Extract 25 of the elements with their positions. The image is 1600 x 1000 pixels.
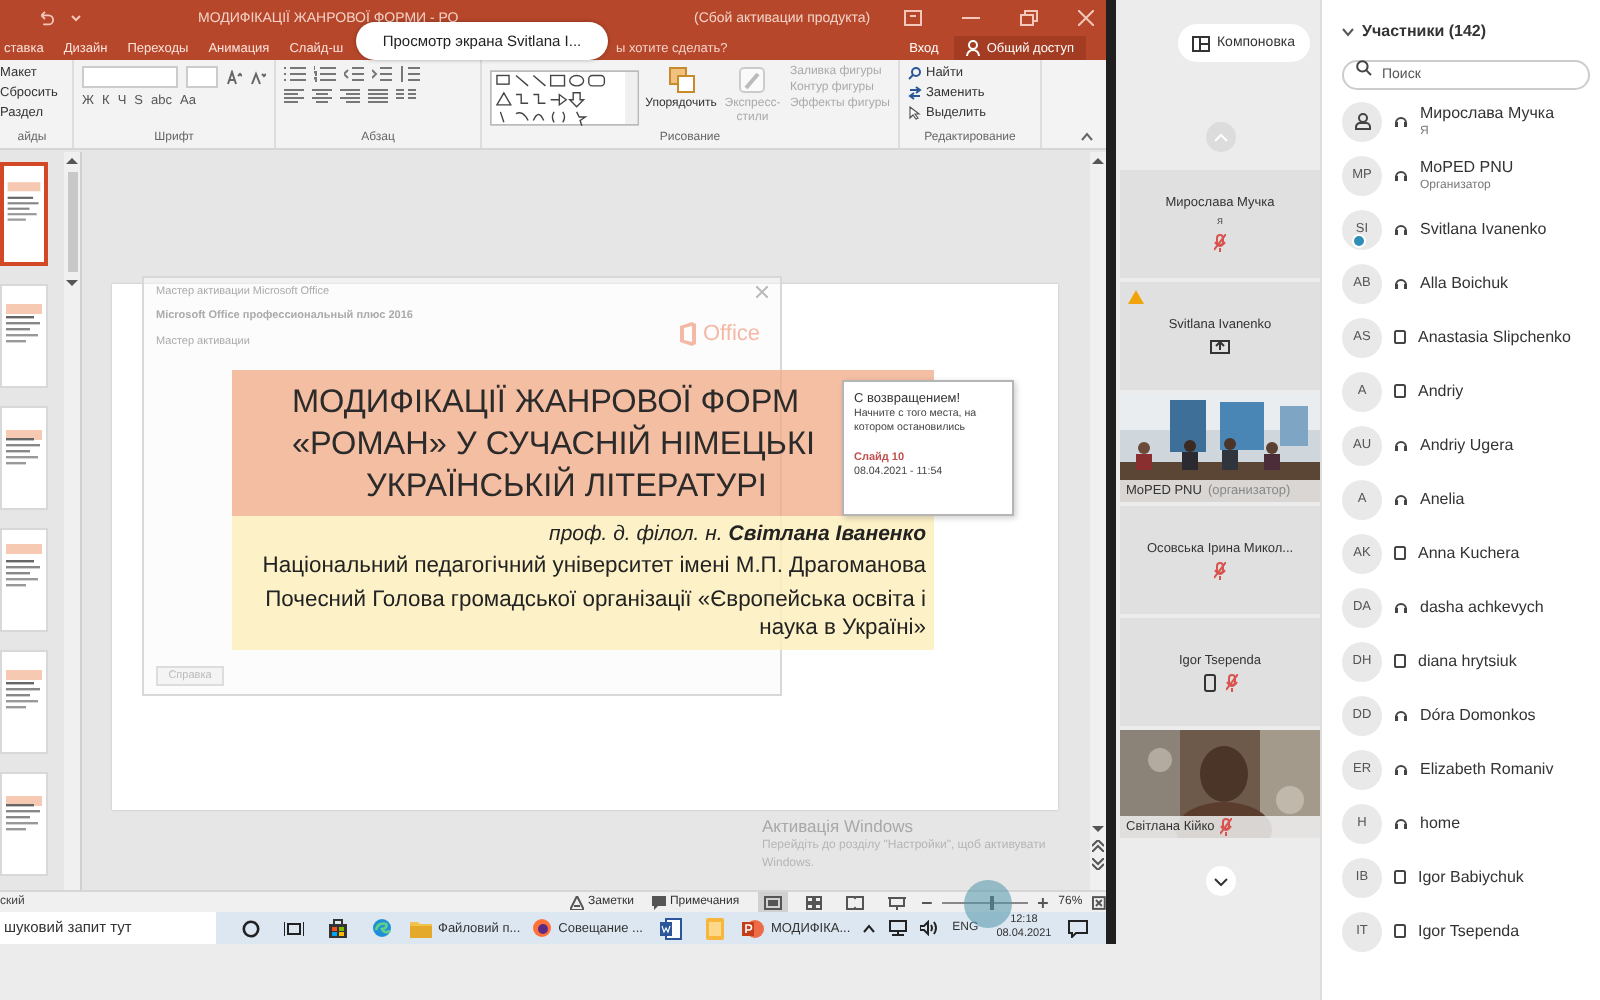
office-logo-text: Office: [702, 321, 760, 345]
participant-name: home: [1420, 814, 1461, 832]
slide-author: проф. д. філол. н. Світлана Іваненко: [549, 522, 926, 546]
participant-name: Igor Babiychuk: [1418, 868, 1524, 886]
slide-title-line: МОДИФІКАЦІЇ ЖАНРОВОЇ ФОРМ: [292, 382, 800, 424]
participant-name: Elizabeth Romaniv: [1420, 760, 1554, 778]
participant-name: Svitlana Ivanenko: [1420, 220, 1547, 238]
windows-activation-title: Активація Windows: [762, 816, 915, 836]
slide-honor: Почесний Голова громадської організації «Європейська освіта і наука в Україні»: [263, 586, 926, 642]
participant-name: diana hrytsiuk: [1418, 652, 1517, 670]
participant-name: Anna Kuchera: [1418, 544, 1520, 562]
participant-name: dasha achkevych: [1420, 598, 1544, 616]
participants-header[interactable]: Участники (142): [1342, 22, 1600, 40]
participant-name: Мирослава Мучка: [1420, 104, 1555, 122]
participant-name: Dóra Domonkos: [1420, 706, 1536, 724]
participant-name: Andriy Ugera: [1420, 436, 1514, 454]
slide-title-line: УКРАЇНСЬКІЙ ЛІТЕРАТУРІ: [366, 466, 767, 508]
participant-name: Alla Boichuk: [1420, 274, 1509, 292]
participant-name: Anelia: [1420, 490, 1465, 508]
participant-name: MoPED PNU: [1420, 158, 1514, 176]
slide-title-line: «РОМАН» У СУЧАСНІЙ НІМЕЦЬКІ: [292, 424, 815, 466]
participant-name: Igor Tsependa: [1418, 922, 1520, 940]
slide-affiliation: Національний педагогічний університет імені М.П. Драгоманова: [262, 552, 926, 580]
participant-name: Andriy: [1418, 382, 1464, 400]
participant-name: Anastasia Slipchenko: [1418, 328, 1571, 346]
